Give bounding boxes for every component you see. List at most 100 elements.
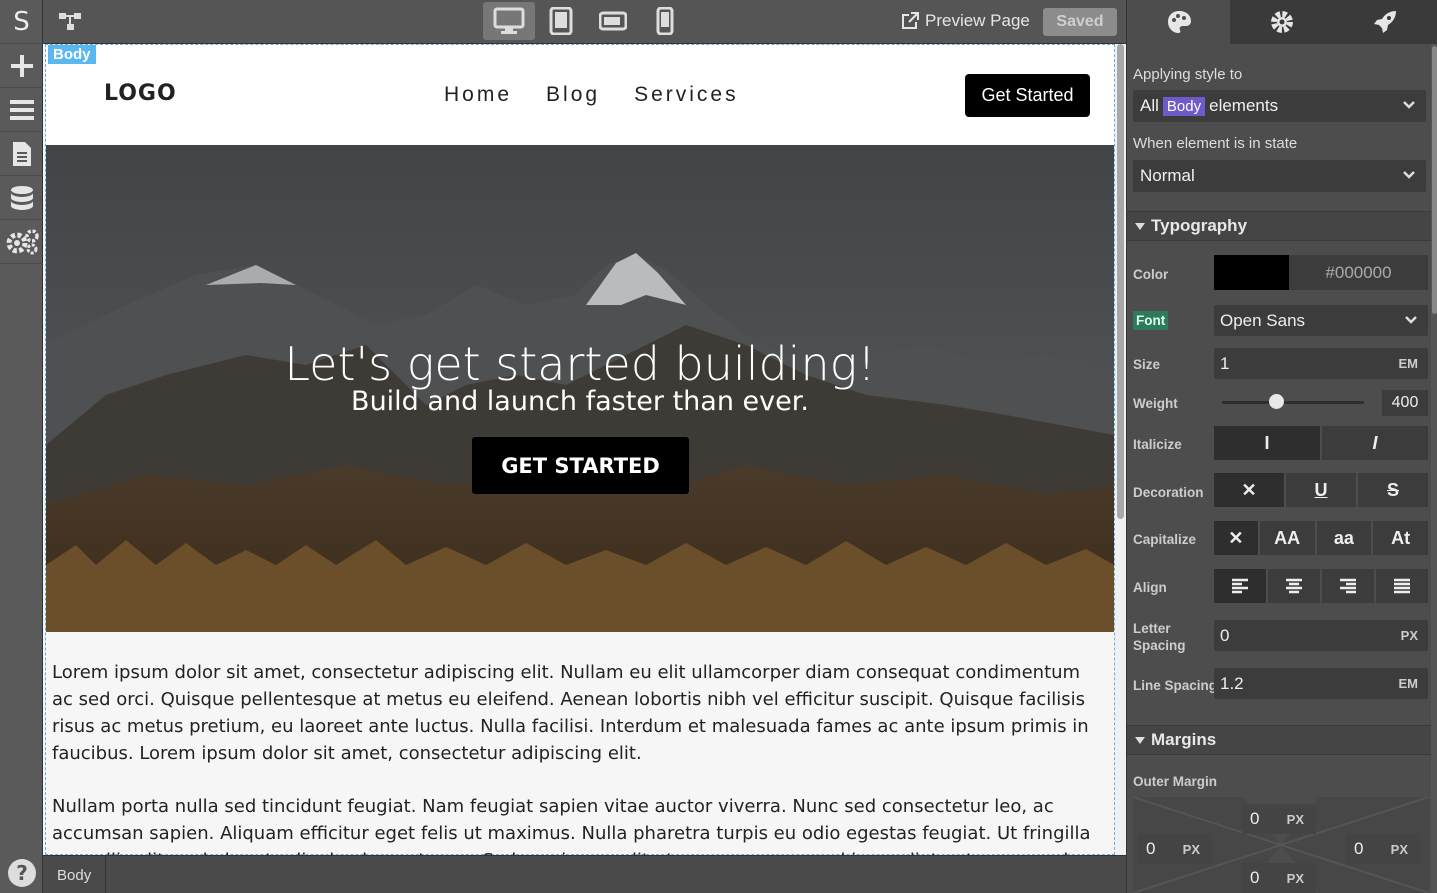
database-icon[interactable]: [0, 176, 43, 220]
margin-top-unit[interactable]: PX: [1287, 812, 1304, 827]
app-window: S ? Preview Page Saved Body LOGO Home Bl…: [0, 0, 1437, 893]
nav-get-started-button[interactable]: Get Started: [965, 74, 1090, 117]
nav-link-blog[interactable]: Blog: [546, 83, 600, 107]
weight-slider-handle[interactable]: [1268, 394, 1284, 409]
color-field[interactable]: #000000: [1214, 255, 1428, 290]
letter-spacing-label-line1: Letter: [1133, 621, 1171, 636]
outer-margin-label: Outer Margin: [1133, 774, 1218, 789]
breadcrumb-body[interactable]: Body: [43, 856, 107, 893]
hero-title[interactable]: Let's get started building!: [46, 337, 1114, 391]
capitalize-toggle: ✕ AA aa At: [1214, 521, 1428, 555]
line-spacing-input[interactable]: 1.2 EM: [1214, 668, 1428, 699]
paragraph-1[interactable]: Lorem ipsum dolor sit amet, consectetur …: [52, 659, 1102, 767]
capitalize-words-button[interactable]: At: [1373, 521, 1428, 555]
panel-scrollbar[interactable]: [1431, 44, 1437, 893]
site-navbar[interactable]: LOGO Home Blog Services Get Started: [46, 45, 1114, 145]
applying-style-select[interactable]: All Body elements: [1133, 90, 1426, 122]
page-body[interactable]: Body LOGO Home Blog Services Get Started: [45, 44, 1115, 855]
margin-left-unit[interactable]: PX: [1183, 842, 1200, 857]
line-spacing-unit[interactable]: EM: [1399, 676, 1419, 691]
typography-section-header[interactable]: Typography: [1127, 211, 1431, 241]
paragraph-2[interactable]: Nullam porta nulla sed tincidunt feugiat…: [52, 793, 1102, 855]
color-label: Color: [1133, 267, 1169, 282]
desktop-icon: [493, 7, 525, 34]
weight-slider[interactable]: [1222, 394, 1364, 409]
tablet-landscape-view-button[interactable]: [587, 2, 639, 40]
margin-left-input[interactable]: 0 PX: [1138, 834, 1212, 864]
panel-tabs: [1127, 0, 1437, 44]
desktop-view-button[interactable]: [483, 2, 535, 40]
site-nav-links: Home Blog Services: [444, 83, 739, 107]
size-label: Size: [1133, 357, 1161, 372]
panel-scrollbar-thumb[interactable]: [1432, 46, 1437, 314]
phone-view-button[interactable]: [639, 2, 691, 40]
selected-element-tag: Body: [48, 45, 96, 64]
preview-page-button[interactable]: Preview Page: [901, 11, 1030, 31]
device-switcher: [483, 2, 691, 40]
margin-bottom-input[interactable]: 0 PX: [1242, 863, 1316, 893]
state-select[interactable]: Normal: [1133, 160, 1426, 192]
left-toolbar: S ?: [0, 0, 43, 893]
align-label: Align: [1133, 580, 1167, 595]
site-logo-text: LOGO: [104, 81, 177, 106]
rocket-icon: [1374, 11, 1397, 33]
site-logo[interactable]: LOGO: [104, 81, 177, 106]
external-link-icon: [902, 12, 919, 29]
hero-get-started-button[interactable]: GET STARTED: [472, 437, 689, 494]
tablet-view-button[interactable]: [535, 2, 587, 40]
canvas-scrollbar-thumb[interactable]: [1117, 44, 1124, 519]
align-justify-icon: [1394, 578, 1410, 594]
italic-on-button[interactable]: I: [1322, 426, 1428, 460]
applying-suffix: elements: [1209, 96, 1279, 115]
canvas-scrollbar[interactable]: [1115, 44, 1126, 855]
layers-icon[interactable]: [0, 88, 43, 132]
capitalize-none-button[interactable]: ✕: [1214, 521, 1258, 555]
lowercase-button[interactable]: aa: [1316, 521, 1372, 555]
size-value: 1: [1220, 353, 1230, 373]
sitemap-icon[interactable]: [57, 10, 83, 36]
nav-link-services[interactable]: Services: [634, 83, 739, 107]
uppercase-button[interactable]: AA: [1259, 521, 1315, 555]
underline-button[interactable]: U: [1286, 473, 1356, 507]
settings-gears-icon[interactable]: [0, 220, 43, 264]
align-center-button[interactable]: [1268, 569, 1320, 603]
font-select[interactable]: Open Sans: [1214, 305, 1428, 336]
hero-section[interactable]: Let's get started building! Build and la…: [46, 145, 1114, 632]
style-panel: Applying style to All Body elements When…: [1126, 0, 1437, 893]
app-logo[interactable]: S: [0, 0, 43, 44]
margins-section-header[interactable]: Margins: [1127, 725, 1431, 755]
decoration-label: Decoration: [1133, 485, 1204, 500]
size-unit[interactable]: EM: [1399, 356, 1419, 371]
letter-spacing-value: 0: [1220, 625, 1230, 645]
line-spacing-label: Line Spacing: [1133, 678, 1218, 693]
collapse-triangle-icon: [1135, 736, 1145, 744]
saved-button[interactable]: Saved: [1043, 8, 1117, 36]
margin-right-input[interactable]: 0 PX: [1346, 834, 1420, 864]
weight-value[interactable]: 400: [1382, 390, 1428, 416]
tab-settings[interactable]: [1230, 0, 1334, 44]
align-left-button[interactable]: [1214, 569, 1266, 603]
size-input[interactable]: 1 EM: [1214, 348, 1428, 379]
color-hex-value[interactable]: #000000: [1289, 255, 1428, 290]
strikethrough-button[interactable]: S: [1358, 473, 1428, 507]
tab-publish[interactable]: [1333, 0, 1437, 44]
letter-spacing-unit[interactable]: PX: [1401, 628, 1418, 643]
nav-link-home[interactable]: Home: [444, 83, 512, 107]
color-swatch[interactable]: [1214, 255, 1289, 290]
palette-icon: [1167, 11, 1191, 33]
hero-subtitle[interactable]: Build and launch faster than ever.: [46, 387, 1114, 417]
chevron-down-icon: [1403, 101, 1415, 109]
align-right-button[interactable]: [1322, 569, 1374, 603]
align-justify-button[interactable]: [1376, 569, 1428, 603]
margins-header-label: Margins: [1151, 730, 1217, 749]
page-icon[interactable]: [0, 132, 43, 176]
tab-style[interactable]: [1127, 0, 1231, 44]
italic-off-button[interactable]: I: [1214, 426, 1320, 460]
margin-top-input[interactable]: 0 PX: [1242, 804, 1316, 834]
help-icon[interactable]: ?: [8, 859, 36, 887]
add-icon[interactable]: [0, 44, 43, 88]
letter-spacing-input[interactable]: 0 PX: [1214, 620, 1428, 651]
margin-bottom-unit[interactable]: PX: [1287, 871, 1304, 886]
decoration-none-button[interactable]: ✕: [1214, 473, 1284, 507]
margin-right-unit[interactable]: PX: [1391, 842, 1408, 857]
